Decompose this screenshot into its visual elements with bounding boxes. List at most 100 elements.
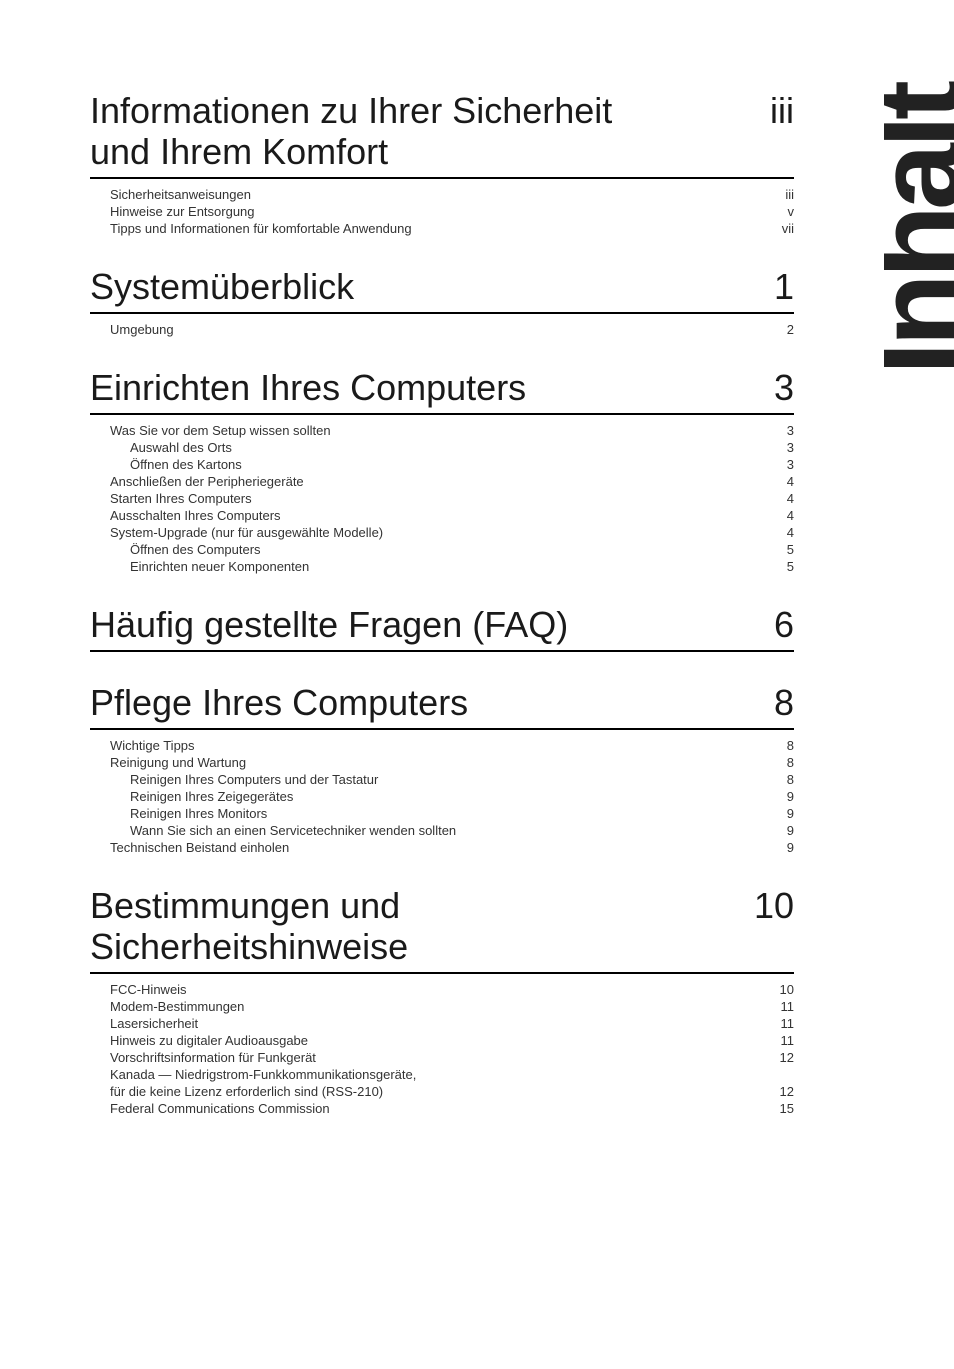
- section-header-setup: Einrichten Ihres Computers3: [90, 367, 794, 415]
- toc-entry-page: 8: [764, 772, 794, 787]
- toc-entry-page: 3: [764, 457, 794, 472]
- toc-entry: Umgebung 2: [90, 322, 794, 337]
- toc-entry-page: 4: [764, 474, 794, 489]
- toc-entry: Sicherheitsanweisungen iii: [90, 187, 794, 202]
- toc-entry-label: Hinweis zu digitaler Audioausgabe: [90, 1033, 308, 1048]
- section-title-safety: Informationen zu Ihrer Sicherheit und Ih…: [90, 90, 670, 173]
- section-header-overview: Systemüberblick 1: [90, 266, 794, 314]
- toc-entry: Reinigen Ihres Computers und der Tastatu…: [90, 772, 794, 787]
- toc-entry: Lasersicherheit 11: [90, 1016, 794, 1031]
- toc-entry-label: für die keine Lizenz erforderlich sind (…: [90, 1084, 383, 1099]
- toc-entry-page: iii: [764, 187, 794, 202]
- toc-entry: Federal Communications Commission 15: [90, 1101, 794, 1116]
- toc-entry-label: Reinigen Ihres Zeigegerätes: [90, 789, 293, 804]
- toc-entry: Reinigung und Wartung 8: [90, 755, 794, 770]
- toc-entry: Was Sie vor dem Setup wissen sollten 3: [90, 423, 794, 438]
- side-label: Inhalt: [884, 40, 954, 420]
- toc-entry: Hinweis zu digitaler Audioausgabe 11: [90, 1033, 794, 1048]
- toc-entries-care: Wichtige Tipps8Reinigung und Wartung8Rei…: [90, 738, 794, 855]
- toc-entry: Vorschriftsinformation für Funkgerät 12: [90, 1050, 794, 1065]
- toc-entry-page: 4: [764, 508, 794, 523]
- toc-entry-label: Reinigen Ihres Monitors: [90, 806, 267, 821]
- section-title-regulations: Bestimmungen und Sicherheitshinweise: [90, 885, 670, 968]
- toc-entry-page: 5: [764, 542, 794, 557]
- toc-entry-label: Federal Communications Commission: [90, 1101, 330, 1116]
- toc-entry-page: 4: [764, 525, 794, 540]
- toc-entry-page: 10: [764, 982, 794, 997]
- section-title-setup: Einrichten Ihres Computers: [90, 367, 670, 408]
- section-number-faq: 6: [734, 604, 794, 646]
- toc-entry-label: Sicherheitsanweisungen: [90, 187, 251, 202]
- toc-entries-regulations: FCC-Hinweis10Modem-Bestimmungen11Lasersi…: [90, 982, 794, 1116]
- toc-entry-page: 3: [764, 440, 794, 455]
- toc-entries-setup: Was Sie vor dem Setup wissen sollten3Aus…: [90, 423, 794, 574]
- toc-entry: Öffnen des Kartons3: [90, 457, 794, 472]
- section-number-care: 8: [734, 682, 794, 724]
- toc-entry-page: 12: [764, 1084, 794, 1099]
- toc-entry-label: Wichtige Tipps: [90, 738, 195, 753]
- section-header-faq: Häufig gestellte Fragen (FAQ) 6: [90, 604, 794, 652]
- toc-entry-page: 15: [764, 1101, 794, 1116]
- section-header-regulations: Bestimmungen und Sicherheitshinweise 10: [90, 885, 794, 974]
- toc-entry-label: Umgebung: [90, 322, 174, 337]
- side-label-text: Inhalt: [884, 85, 954, 375]
- page-container: Inhalt Informationen zu Ihrer Sicherheit…: [0, 0, 954, 1369]
- toc-entry: Wann Sie sich an einen Servicetechniker …: [90, 823, 794, 838]
- toc-entry: Öffnen des Computers 5: [90, 542, 794, 557]
- toc-entry-page: 9: [764, 840, 794, 855]
- toc-entry-page: 8: [764, 755, 794, 770]
- toc-entry-label: Tipps und Informationen für komfortable …: [90, 221, 412, 236]
- toc-content: Informationen zu Ihrer Sicherheit und Ih…: [90, 90, 794, 1116]
- toc-entry-label: Reinigung und Wartung: [90, 755, 246, 770]
- toc-entry: Reinigen Ihres Monitors 9: [90, 806, 794, 821]
- toc-entry: Anschließen der Peripheriegeräte 4: [90, 474, 794, 489]
- toc-entry-page: 9: [764, 789, 794, 804]
- toc-entry-label: Technischen Beistand einholen: [90, 840, 289, 855]
- toc-entry-label: Starten Ihres Computers: [90, 491, 252, 506]
- toc-entry-label: Auswahl des Orts: [90, 440, 232, 455]
- toc-entry-page: 3: [764, 423, 794, 438]
- toc-entry-page: 11: [764, 1033, 794, 1048]
- toc-entry-page: 5: [764, 559, 794, 574]
- section-header-safety: Informationen zu Ihrer Sicherheit und Ih…: [90, 90, 794, 179]
- toc-entry: Kanada — Niedrigstrom-Funkkommunikations…: [90, 1067, 794, 1082]
- toc-entry: Einrichten neuer Komponenten 5: [90, 559, 794, 574]
- section-number-regulations: 10: [734, 885, 794, 927]
- toc-entry-label: Modem-Bestimmungen: [90, 999, 244, 1014]
- section-number-overview: 1: [734, 266, 794, 308]
- toc-entry: für die keine Lizenz erforderlich sind (…: [90, 1084, 794, 1099]
- section-title-overview: Systemüberblick: [90, 266, 670, 307]
- toc-entry-label: Vorschriftsinformation für Funkgerät: [90, 1050, 316, 1065]
- section-title-care: Pflege Ihres Computers: [90, 682, 670, 723]
- toc-entry: Hinweise zur Entsorgungv: [90, 204, 794, 219]
- section-title-faq: Häufig gestellte Fragen (FAQ): [90, 604, 670, 645]
- toc-entry: Modem-Bestimmungen11: [90, 999, 794, 1014]
- toc-entry-label: Kanada — Niedrigstrom-Funkkommunikations…: [90, 1067, 416, 1082]
- toc-entry: Ausschalten Ihres Computers 4: [90, 508, 794, 523]
- toc-entry-label: FCC-Hinweis: [90, 982, 187, 997]
- toc-entry-page: 11: [764, 1016, 794, 1031]
- toc-entry-label: Lasersicherheit: [90, 1016, 198, 1031]
- toc-entry-label: Ausschalten Ihres Computers: [90, 508, 281, 523]
- toc-entry-label: Einrichten neuer Komponenten: [90, 559, 309, 574]
- toc-entry-page: vii: [764, 221, 794, 236]
- toc-entry-label: Was Sie vor dem Setup wissen sollten: [90, 423, 331, 438]
- toc-entry-page: 12: [764, 1050, 794, 1065]
- toc-entry-page: 8: [764, 738, 794, 753]
- toc-entry-label: Anschließen der Peripheriegeräte: [90, 474, 304, 489]
- toc-entry-label: System-Upgrade (nur für ausgewählte Mode…: [90, 525, 383, 540]
- toc-entry: Starten Ihres Computers4: [90, 491, 794, 506]
- toc-entry: Reinigen Ihres Zeigegerätes 9: [90, 789, 794, 804]
- toc-entry: FCC-Hinweis 10: [90, 982, 794, 997]
- toc-entry-page: 9: [764, 823, 794, 838]
- section-number-safety: iii: [734, 90, 794, 132]
- toc-entry: Tipps und Informationen für komfortable …: [90, 221, 794, 236]
- toc-entry-label: Öffnen des Computers: [90, 542, 261, 557]
- toc-entries-overview: Umgebung 2: [90, 322, 794, 337]
- toc-entry: System-Upgrade (nur für ausgewählte Mode…: [90, 525, 794, 540]
- toc-entry-page: 9: [764, 806, 794, 821]
- toc-entry: Auswahl des Orts 3: [90, 440, 794, 455]
- toc-entry: Technischen Beistand einholen 9: [90, 840, 794, 855]
- toc-entry: Wichtige Tipps 8: [90, 738, 794, 753]
- toc-entry-page: 2: [764, 322, 794, 337]
